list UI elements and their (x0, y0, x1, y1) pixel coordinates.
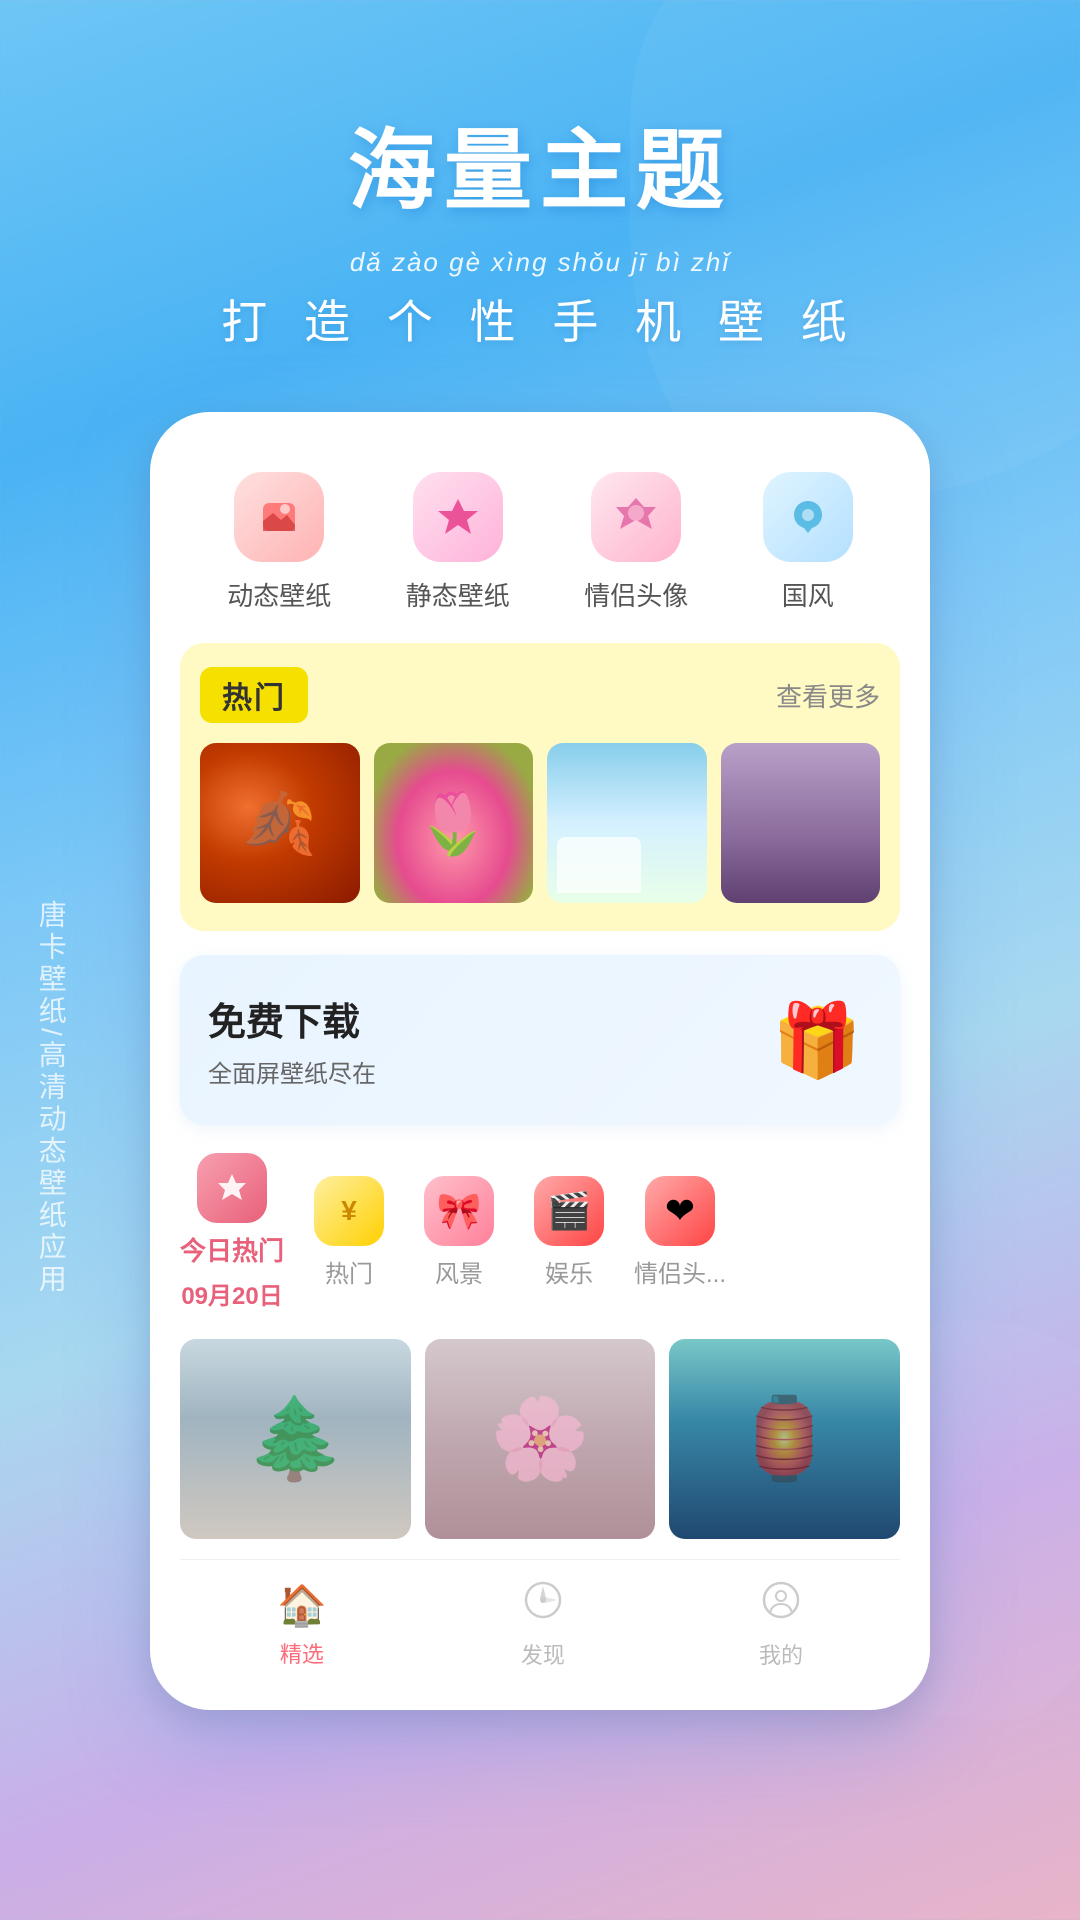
cat-label-0: 动态壁纸 (227, 576, 331, 613)
gift-icon: 🎁 (762, 985, 872, 1095)
subtitle-text: 打 造 个 性 手 机 壁 纸 (0, 286, 1080, 352)
hot-image-sky[interactable] (547, 743, 707, 903)
header: 海量主题 dǎ zào gè xìng shǒu jī bì zhǐ 打 造 个… (0, 0, 1080, 412)
date-tab-today[interactable]: 今日热门 09月20日 (180, 1153, 284, 1311)
nav-label-featured: 精选 (280, 1637, 324, 1669)
free-banner-title: 免费下载 (208, 991, 376, 1046)
home-icon: 🏠 (277, 1582, 327, 1629)
hot-image-tulips[interactable]: 🌷 (374, 743, 534, 903)
nav-label-discover: 发现 (521, 1638, 565, 1670)
free-banner[interactable]: 免费下载 全面屏壁纸尽在 🎁 (180, 955, 900, 1125)
date-tab-couple[interactable]: ❤ 情侣头... (634, 1176, 726, 1289)
categories-row: 动态壁纸 静态壁纸 情侣头像 (180, 452, 900, 643)
scenery-tab-icon: 🎀 (424, 1176, 494, 1246)
girl-decoration (721, 743, 881, 903)
free-banner-text: 免费下载 全面屏壁纸尽在 (208, 991, 376, 1089)
date-tab-scenery[interactable]: 🎀 风景 (414, 1176, 504, 1289)
static-wallpaper-icon (413, 472, 503, 562)
cat-label-3: 国风 (782, 576, 834, 613)
chinese-style-icon (763, 472, 853, 562)
date-tabs-row: 今日热门 09月20日 ¥ 热门 🎀 风景 🎬 娱乐 ❤ 情侣头... (180, 1153, 900, 1315)
pinyin-text: dǎ zào gè xìng shǒu jī bì zhǐ (0, 247, 1080, 278)
bottom-nav: 🏠 精选 发现 我的 (180, 1559, 900, 1710)
hot-image-leaves[interactable]: 🍂 (200, 743, 360, 903)
today-hot-label: 今日热门 (180, 1231, 284, 1268)
nav-item-featured[interactable]: 🏠 精选 (277, 1582, 327, 1669)
date-tab-hot[interactable]: ¥ 热门 (304, 1176, 394, 1289)
category-chinese-style[interactable]: 国风 (763, 472, 853, 613)
bottom-image-fantasy[interactable]: 🏮 (669, 1339, 900, 1539)
couple-tab-icon: ❤ (645, 1176, 715, 1246)
compass-icon (523, 1580, 563, 1630)
entertainment-tab-icon: 🎬 (534, 1176, 604, 1246)
category-static-wallpaper[interactable]: 静态壁纸 (406, 472, 510, 613)
hot-images-row: 🍂 🌷 (200, 743, 880, 903)
free-banner-subtitle: 全面屏壁纸尽在 (208, 1054, 376, 1089)
hot-tag: 热门 (200, 667, 308, 723)
category-couple-avatar[interactable]: 情侣头像 (584, 472, 688, 613)
hot-tab-icon: ¥ (314, 1176, 384, 1246)
bottom-images-grid: 🌲 🌸 🏮 (180, 1339, 900, 1539)
hot-tab-label: 热门 (325, 1254, 373, 1289)
cat-label-1: 静态壁纸 (406, 576, 510, 613)
hot-image-girl[interactable] (721, 743, 881, 903)
bottom-image-blossom[interactable]: 🌸 (425, 1339, 656, 1539)
main-title: 海量主题 (0, 100, 1080, 227)
phone-mockup: 动态壁纸 静态壁纸 情侣头像 (150, 412, 930, 1710)
entertainment-tab-label: 娱乐 (545, 1254, 593, 1289)
nav-label-mine: 我的 (759, 1638, 803, 1670)
couple-avatar-icon (591, 472, 681, 562)
couple-tab-label: 情侣头... (634, 1254, 726, 1289)
see-more-link[interactable]: 查看更多 (776, 677, 880, 714)
bottom-image-tree[interactable]: 🌲 (180, 1339, 411, 1539)
hot-section: 热门 查看更多 🍂 🌷 (180, 643, 900, 931)
nav-item-discover[interactable]: 发现 (521, 1580, 565, 1670)
today-hot-icon (197, 1153, 267, 1223)
side-text: 唐卡壁纸/高清动态壁纸应用 (28, 900, 73, 1296)
scenery-tab-label: 风景 (435, 1254, 483, 1289)
leaves-decoration: 🍂 (200, 743, 360, 903)
cat-label-2: 情侣头像 (584, 576, 688, 613)
hot-header: 热门 查看更多 (200, 667, 880, 723)
profile-icon (761, 1580, 801, 1630)
nav-item-mine[interactable]: 我的 (759, 1580, 803, 1670)
tulips-decoration: 🌷 (374, 743, 534, 903)
category-dynamic-wallpaper[interactable]: 动态壁纸 (227, 472, 331, 613)
dynamic-wallpaper-icon (234, 472, 324, 562)
date-tab-entertainment[interactable]: 🎬 娱乐 (524, 1176, 614, 1289)
date-label: 09月20日 (181, 1276, 282, 1311)
